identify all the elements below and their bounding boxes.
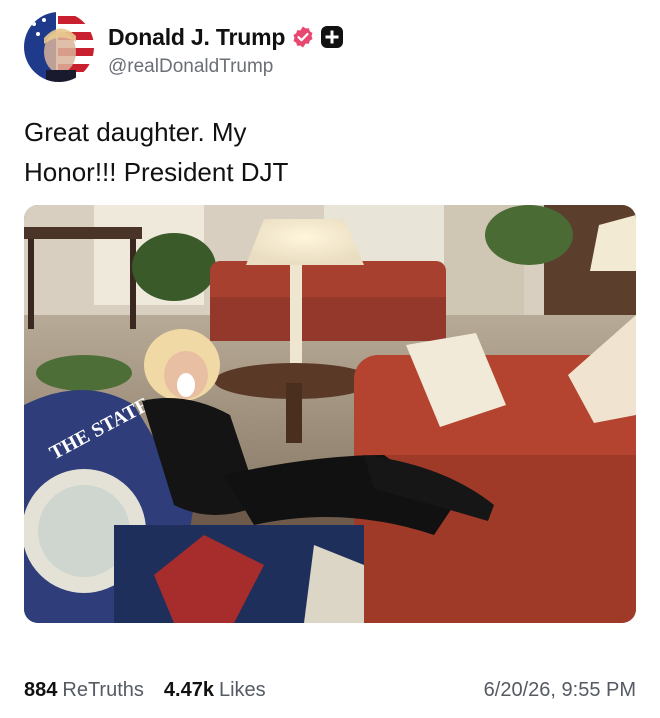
display-name[interactable]: Donald J. Trump [108, 24, 285, 51]
post-header: Donald J. Trump @realDonaldTrump [24, 12, 636, 82]
name-row: Donald J. Trump [108, 22, 344, 52]
retruths-stat[interactable]: 884 ReTruths [24, 679, 144, 702]
verified-badge-icon [293, 26, 313, 48]
post-photo[interactable]: THE STATE [24, 205, 636, 623]
likes-count: 4.47k [163, 678, 214, 701]
photo-illustration: THE STATE [24, 205, 636, 623]
plus-badge-icon [321, 26, 344, 48]
post-stats: 884 ReTruths 4.47k Likes 6/20/26, 9:55 P… [24, 675, 636, 705]
post-text: Great daughter. My Honor!!! President DJ… [24, 117, 289, 187]
retruths-label: ReTruths [62, 678, 144, 701]
post-timestamp[interactable]: 6/20/26, 9:55 PM [484, 679, 636, 702]
retruths-count: 884 [24, 678, 58, 701]
avatar[interactable] [24, 12, 94, 82]
user-handle[interactable]: @realDonaldTrump [108, 56, 273, 78]
flag-portrait-icon [24, 12, 94, 82]
likes-label: Likes [218, 678, 266, 701]
likes-stat[interactable]: 4.47k Likes [164, 679, 266, 702]
